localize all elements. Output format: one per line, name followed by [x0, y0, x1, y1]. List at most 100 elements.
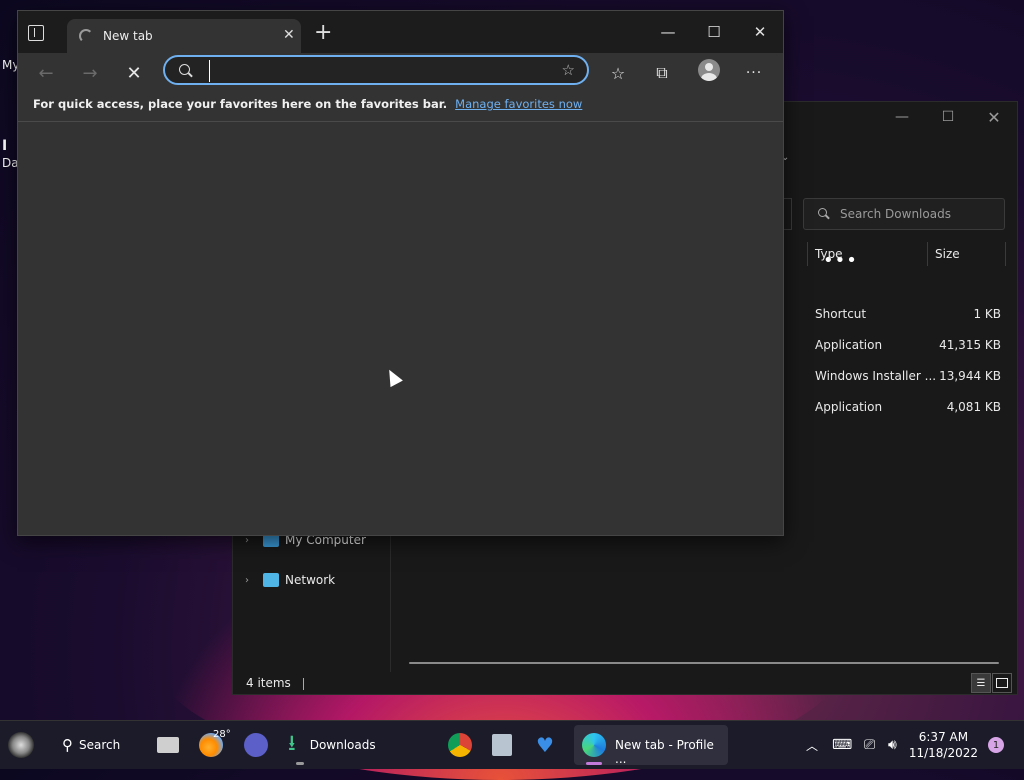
- show-hidden-icons-button[interactable]: ︿: [806, 721, 818, 769]
- collections-icon: ⧉: [656, 63, 668, 82]
- file-type: Shortcut: [815, 307, 867, 321]
- search-icon: [818, 208, 830, 220]
- heart-pulse-icon: ♥: [536, 733, 554, 757]
- address-bar[interactable]: ☆: [163, 55, 589, 85]
- search-icon: ⚲: [62, 736, 73, 754]
- weather-temperature: 28°: [213, 729, 231, 740]
- navigation-pane: › My Computer › Network: [233, 522, 391, 672]
- explorer-minimize-button[interactable]: —: [879, 102, 925, 132]
- health-app-taskbar-button[interactable]: ♥: [536, 721, 554, 769]
- clock-date: 11/18/2022: [908, 746, 978, 760]
- task-view-button[interactable]: [157, 721, 179, 769]
- profile-avatar-button[interactable]: [698, 59, 720, 81]
- document-app-icon: [492, 734, 512, 756]
- status-divider: [302, 677, 304, 690]
- file-size: 13,944 KB: [939, 369, 1001, 383]
- chrome-taskbar-button[interactable]: [448, 721, 472, 769]
- app-taskbar-button[interactable]: [492, 721, 512, 769]
- explorer-search-input[interactable]: Search Downloads: [803, 198, 1005, 230]
- tab-actions-icon[interactable]: [28, 25, 44, 41]
- tab-strip: New tab ✕ + — ☐ ✕: [18, 11, 783, 53]
- chat-camera-icon: [244, 733, 268, 757]
- table-row[interactable]: Windows Installer ... 13,944 KB: [815, 369, 1001, 389]
- column-header-type[interactable]: Type: [807, 242, 927, 266]
- file-type: Windows Installer ...: [815, 369, 937, 383]
- volume-button[interactable]: 🔊︎: [888, 721, 897, 769]
- file-type: Application: [815, 400, 883, 414]
- close-button[interactable]: ✕: [737, 17, 783, 47]
- settings-and-more-button[interactable]: ···: [740, 59, 768, 87]
- chrome-icon: [448, 733, 472, 757]
- weather-widget[interactable]: 28°: [199, 721, 231, 769]
- taskbar: ⚲ Search 28° ⭳ Downloads ♥ New tab - Pro…: [0, 720, 1024, 769]
- downloads-taskbar-label: Downloads: [309, 738, 376, 752]
- task-view-icon: [157, 737, 179, 753]
- file-size: 4,081 KB: [946, 400, 1001, 414]
- horizontal-scrollbar[interactable]: [409, 662, 999, 664]
- file-type: Application: [815, 338, 883, 352]
- forward-arrow-icon: →: [82, 62, 98, 84]
- running-indicator: [296, 762, 304, 765]
- page-content[interactable]: [18, 122, 783, 535]
- keyboard-layout-button[interactable]: ⌨: [832, 721, 852, 769]
- address-input[interactable]: [209, 60, 544, 82]
- tab-new-tab[interactable]: New tab ✕: [67, 19, 301, 53]
- tab-close-icon[interactable]: ✕: [283, 27, 295, 43]
- favorites-button[interactable]: ☆: [604, 59, 632, 87]
- clock-time: 6:37 AM: [918, 730, 969, 744]
- notification-badge[interactable]: 1: [988, 737, 1004, 753]
- item-count: 4 items: [246, 676, 291, 690]
- details-view-button[interactable]: ☰: [971, 673, 991, 693]
- chevron-right-icon[interactable]: ›: [245, 575, 257, 586]
- search-button[interactable]: ⚲ Search: [62, 721, 120, 769]
- downloads-taskbar-button[interactable]: ⭳ Downloads: [288, 721, 376, 769]
- start-button[interactable]: [8, 721, 34, 769]
- nav-item-label: Network: [285, 573, 336, 587]
- table-row[interactable]: Shortcut 1 KB: [815, 307, 1001, 327]
- favorites-hint-text: For quick access, place your favorites h…: [33, 97, 448, 111]
- tab-title: New tab: [103, 29, 153, 43]
- edge-taskbar-button[interactable]: New tab - Profile ...: [574, 725, 728, 766]
- edge-taskbar-label: New tab - Profile ...: [615, 738, 714, 766]
- back-button[interactable]: ←: [32, 59, 60, 87]
- favorites-bar-message: For quick access, place your favorites h…: [33, 97, 582, 111]
- file-size: 1 KB: [973, 307, 1001, 321]
- favorites-star-list-icon: ☆: [610, 63, 626, 83]
- column-header-size[interactable]: Size: [927, 242, 1006, 266]
- tiles-view-button[interactable]: [992, 673, 1012, 693]
- explorer-close-button[interactable]: ✕: [971, 102, 1017, 132]
- edge-browser-window: New tab ✕ + — ☐ ✕ ← → ✕ ☆ ☆ ⧉ ··· For qu…: [17, 10, 784, 536]
- file-size: 41,315 KB: [939, 338, 1001, 352]
- chevron-up-icon: ︿: [806, 738, 819, 753]
- speaker-icon: 🔊︎: [888, 737, 897, 753]
- details-view-icon: ☰: [976, 677, 986, 689]
- edge-icon: [582, 733, 606, 757]
- tiles-view-icon: [996, 678, 1008, 688]
- explorer-maximize-button[interactable]: ☐: [925, 102, 971, 132]
- back-arrow-icon: ←: [38, 62, 54, 84]
- search-label: Search: [79, 738, 121, 752]
- loading-spinner-icon: [79, 29, 93, 43]
- table-row[interactable]: Application 41,315 KB: [815, 338, 1001, 358]
- ellipsis-icon: ···: [745, 65, 763, 81]
- network-status-button[interactable]: ⎚: [864, 721, 875, 769]
- nav-item-network[interactable]: › Network: [245, 569, 335, 591]
- minimize-button[interactable]: —: [645, 17, 691, 47]
- add-favorite-star-icon[interactable]: ☆: [562, 61, 575, 79]
- table-row[interactable]: Application 4,081 KB: [815, 400, 1001, 420]
- manage-favorites-link[interactable]: Manage favorites now: [455, 97, 582, 111]
- stop-loading-button[interactable]: ✕: [120, 59, 148, 87]
- collections-button[interactable]: ⧉: [648, 59, 676, 87]
- new-tab-button[interactable]: +: [314, 22, 332, 44]
- teams-chat-button[interactable]: [244, 721, 268, 769]
- maximize-button[interactable]: ☐: [691, 17, 737, 47]
- close-icon: ✕: [126, 62, 142, 84]
- keyboard-icon: ⌨: [832, 737, 853, 753]
- chevron-right-icon[interactable]: ›: [245, 535, 257, 546]
- favorites-bar: For quick access, place your favorites h…: [18, 91, 783, 122]
- desktop-icon-label[interactable]: I: [2, 138, 7, 154]
- forward-button[interactable]: →: [76, 59, 104, 87]
- clock[interactable]: 6:37 AM 11/18/2022: [909, 729, 978, 761]
- download-arrow-icon: ⭳: [288, 731, 296, 756]
- active-indicator: [586, 762, 602, 765]
